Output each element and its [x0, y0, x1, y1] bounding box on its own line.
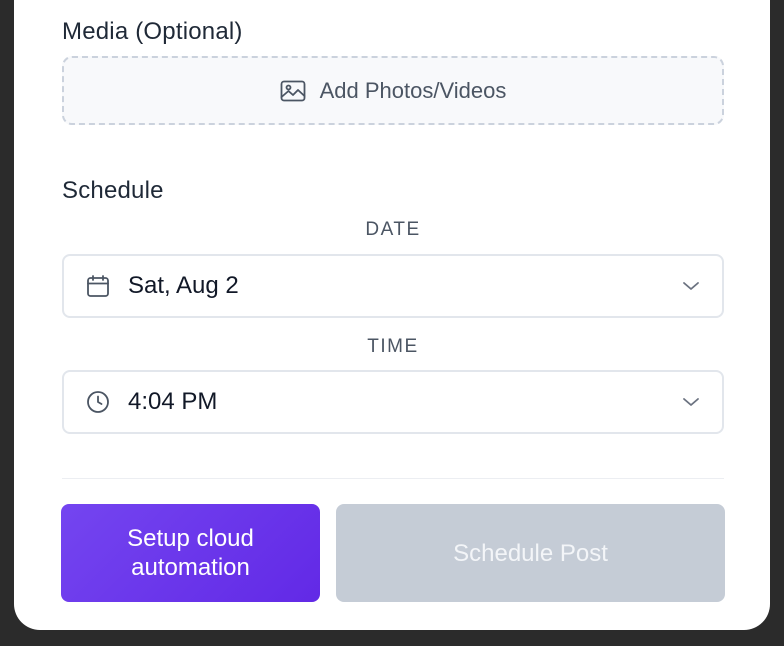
calendar-icon — [86, 274, 110, 298]
clock-icon — [86, 390, 110, 414]
date-caption: DATE — [365, 219, 421, 240]
schedule-section-label: Schedule — [62, 177, 164, 204]
date-select[interactable]: Sat, Aug 2 — [62, 254, 724, 318]
date-value: Sat, Aug 2 — [128, 272, 239, 299]
time-value: 4:04 PM — [128, 388, 218, 415]
add-media-dropzone[interactable]: Add Photos/Videos — [62, 56, 724, 125]
media-section-label: Media (Optional) — [62, 18, 243, 45]
time-caption: TIME — [367, 336, 419, 357]
chevron-down-icon — [682, 396, 700, 408]
setup-cloud-automation-button[interactable]: Setup cloud automation — [61, 504, 320, 602]
add-media-label: Add Photos/Videos — [319, 77, 507, 103]
post-scheduler-card: Media (Optional) Add Photos/Videos Sched… — [14, 0, 770, 630]
schedule-post-button[interactable]: Schedule Post — [336, 504, 725, 602]
time-select[interactable]: 4:04 PM — [62, 370, 724, 434]
actions-divider — [62, 478, 724, 479]
chevron-down-icon — [682, 280, 700, 292]
image-icon — [280, 80, 306, 102]
